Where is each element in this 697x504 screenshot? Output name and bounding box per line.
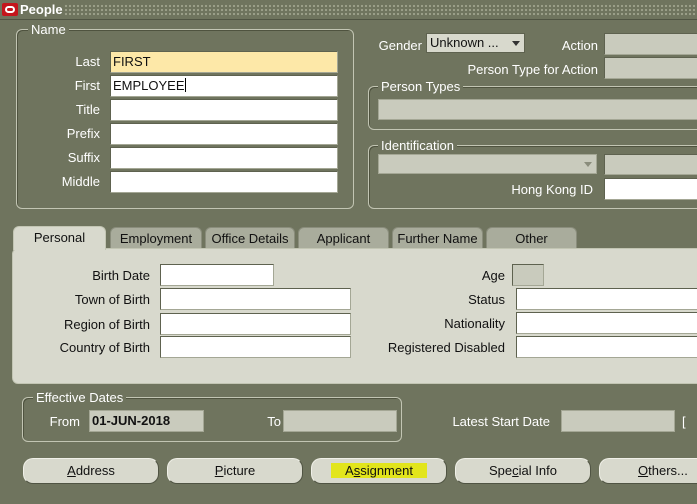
country-of-birth-label: Country of Birth — [59, 340, 150, 355]
effective-dates-legend: Effective Dates — [33, 390, 127, 405]
others-label: thers... — [648, 463, 688, 478]
latest-start-date-bracket: [ — [682, 414, 686, 429]
registered-disabled-field[interactable] — [516, 336, 697, 358]
middle-label: Middle — [61, 174, 100, 189]
title-field[interactable] — [110, 99, 338, 121]
nationality-label: Nationality — [444, 316, 505, 331]
status-field[interactable] — [516, 288, 697, 310]
birth-date-label: Birth Date — [92, 268, 150, 283]
first-label: First — [74, 78, 100, 93]
age-label: Age — [481, 268, 505, 283]
window-titlebar: People — [0, 0, 697, 20]
from-label: From — [49, 414, 80, 429]
title-label: Title — [75, 102, 100, 117]
status-label: Status — [468, 292, 505, 307]
town-of-birth-field[interactable] — [160, 288, 351, 310]
special-info-label: ial Info — [518, 463, 557, 478]
others-mnemonic: O — [638, 463, 649, 478]
window-title: People — [20, 2, 63, 17]
region-of-birth-field[interactable] — [160, 313, 351, 335]
age-field — [512, 264, 544, 286]
region-of-birth-label: Region of Birth — [64, 317, 150, 332]
prefix-label: Prefix — [66, 126, 100, 141]
to-date-field — [283, 410, 397, 432]
text-cursor — [184, 78, 186, 92]
others-button[interactable]: Others... — [599, 458, 697, 484]
latest-start-date-field — [561, 410, 675, 432]
tab-personal[interactable]: Personal — [13, 226, 106, 250]
chevron-down-icon — [584, 162, 592, 167]
gender-label: Gender — [378, 38, 422, 53]
gender-value: Unknown ... — [430, 35, 499, 50]
picture-label: icture — [223, 463, 256, 478]
birth-date-field[interactable] — [160, 264, 274, 286]
name-legend: Name — [28, 22, 69, 37]
person-type-for-action-label: Person Type for Action — [467, 62, 598, 77]
tab-applicant[interactable]: Applicant — [298, 227, 389, 249]
country-of-birth-field[interactable] — [160, 336, 351, 358]
hong-kong-id-field[interactable] — [604, 178, 697, 200]
person-types-field[interactable] — [378, 99, 697, 120]
first-name-value: EMPLOYEE — [113, 78, 185, 93]
special-info-label-pre: Spe — [489, 463, 513, 478]
tab-further-name[interactable]: Further Name — [392, 227, 483, 249]
person-types-legend: Person Types — [378, 79, 464, 94]
chevron-down-icon — [512, 41, 520, 46]
titlebar-grip[interactable] — [64, 4, 697, 16]
town-of-birth-label: Town of Birth — [74, 292, 150, 307]
tab-office-details[interactable]: Office Details — [205, 227, 295, 249]
nationality-field[interactable] — [516, 312, 697, 334]
from-date-field: 01-JUN-2018 — [89, 410, 204, 432]
to-label: To — [267, 414, 281, 429]
action-label: Action — [561, 38, 598, 53]
hong-kong-id-label: Hong Kong ID — [511, 182, 593, 197]
action-field[interactable] — [604, 33, 697, 55]
prefix-field[interactable] — [110, 123, 338, 145]
last-name-field[interactable]: FIRST — [110, 51, 338, 73]
tab-other[interactable]: Other — [486, 227, 577, 249]
first-name-field[interactable]: EMPLOYEE — [110, 75, 338, 97]
middle-name-field[interactable] — [110, 171, 338, 193]
identification-legend: Identification — [378, 138, 457, 153]
address-label: ddress — [75, 463, 115, 478]
picture-button[interactable]: Picture — [167, 458, 303, 484]
oracle-logo-icon — [2, 3, 18, 16]
identification-value-field[interactable] — [604, 154, 697, 175]
latest-start-date-label: Latest Start Date — [452, 414, 550, 429]
suffix-label: Suffix — [67, 150, 100, 165]
address-mnemonic: A — [67, 463, 76, 478]
suffix-field[interactable] — [110, 147, 338, 169]
assignment-label-pre: A — [345, 463, 354, 478]
assignment-button[interactable]: Assignment — [311, 458, 447, 484]
last-label: Last — [75, 54, 100, 69]
identification-type-select[interactable] — [378, 154, 597, 174]
special-info-button[interactable]: Special Info — [455, 458, 591, 484]
gender-select[interactable]: Unknown ... — [426, 33, 525, 53]
assignment-label: signment — [360, 463, 413, 478]
registered-disabled-label: Registered Disabled — [387, 340, 505, 355]
person-type-for-action-field[interactable] — [604, 57, 697, 79]
assignment-highlight: Assignment — [331, 463, 427, 478]
tab-employment[interactable]: Employment — [110, 227, 202, 249]
address-button[interactable]: Address — [23, 458, 159, 484]
